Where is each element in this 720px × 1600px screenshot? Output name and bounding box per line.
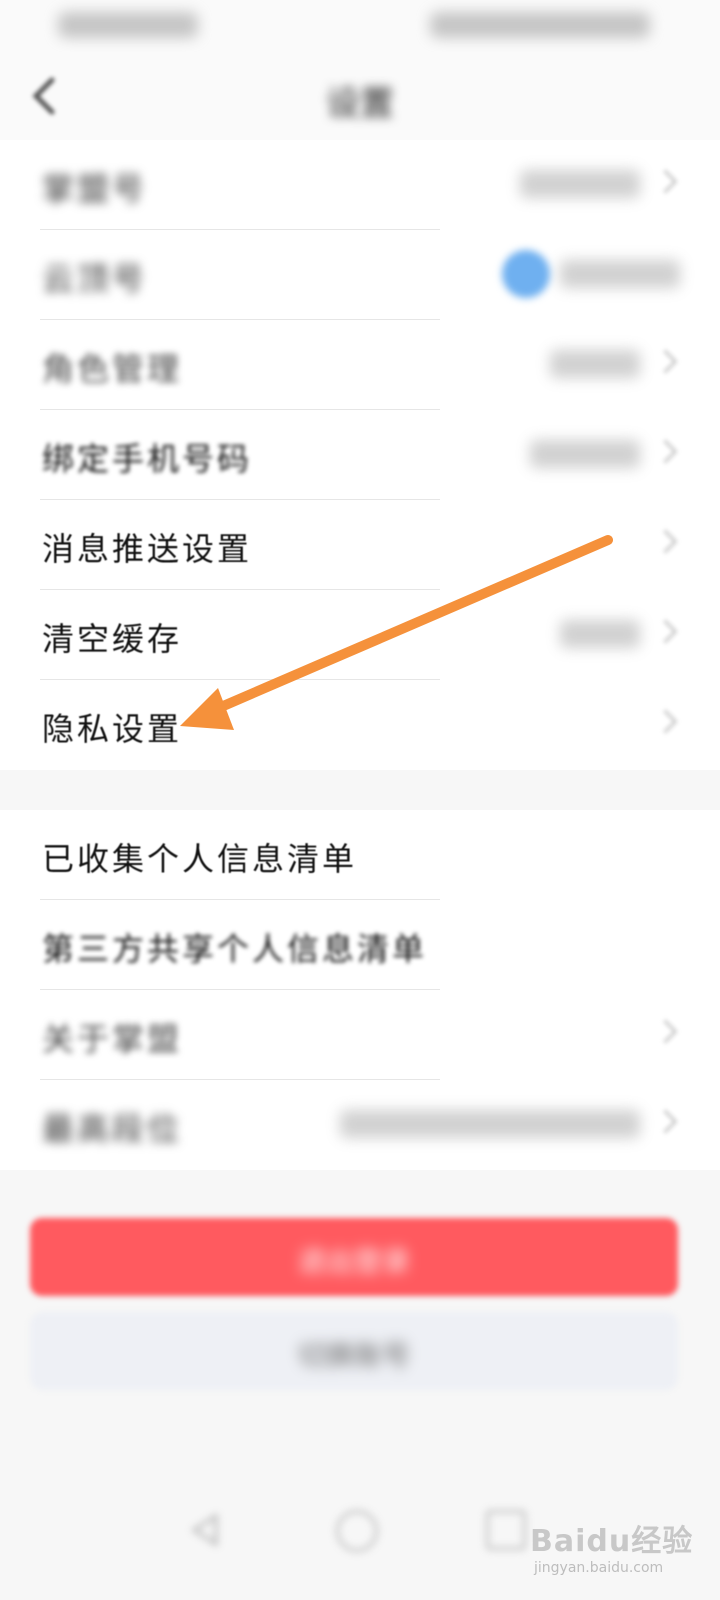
row-label: 消息推送设置 <box>42 530 253 568</box>
row-value <box>520 170 640 198</box>
settings-row-collected-info-list[interactable]: 已收集个人信息清单 <box>0 810 720 900</box>
settings-row-bind-phone[interactable]: 绑定手机号码 <box>0 410 720 500</box>
row-value <box>340 1110 640 1138</box>
chevron-right-icon <box>653 439 678 464</box>
watermark-url: jingyan.baidu.com <box>534 1560 664 1576</box>
row-label: 绑定手机号码 <box>42 440 253 478</box>
avatar <box>502 250 550 298</box>
settings-row-role-management[interactable]: 角色管理 <box>0 320 720 410</box>
back-nav-icon[interactable] <box>186 1510 226 1550</box>
row-label: 角色管理 <box>42 350 183 388</box>
home-nav-icon[interactable] <box>336 1510 378 1552</box>
row-label: 掌盟号 <box>42 170 148 208</box>
settings-row-zhangmeng-id[interactable]: 掌盟号 <box>0 140 720 230</box>
settings-row-highest-rank[interactable]: 最高段位 <box>0 1080 720 1170</box>
chevron-right-icon <box>653 1019 678 1044</box>
row-label: 清空缓存 <box>42 620 183 658</box>
switch-account-button[interactable]: 切换账号 <box>30 1312 678 1390</box>
logout-button-label: 退出登录 <box>297 1245 410 1278</box>
settings-group-1: 掌盟号 云顶号 角色管理 绑定手机号码 消息推送设置 清空缓存 隐私设置 <box>0 140 720 770</box>
header: 设置 <box>0 52 720 140</box>
switch-account-button-label: 切换账号 <box>297 1339 410 1372</box>
chevron-right-icon <box>653 529 678 554</box>
settings-row-third-party-info-list[interactable]: 第三方共享个人信息清单 <box>0 900 720 990</box>
settings-row-yunding-id[interactable]: 云顶号 <box>0 230 720 320</box>
settings-row-clear-cache[interactable]: 清空缓存 <box>0 590 720 680</box>
row-value <box>550 350 640 378</box>
row-label: 关于掌盟 <box>42 1020 183 1058</box>
status-bar-right <box>430 12 650 38</box>
row-label: 隐私设置 <box>42 710 183 748</box>
row-value <box>560 620 640 648</box>
row-label: 最高段位 <box>42 1110 183 1148</box>
chevron-right-icon <box>653 1109 678 1134</box>
row-value <box>560 260 680 288</box>
status-bar <box>0 0 720 52</box>
status-bar-left <box>58 12 198 38</box>
chevron-right-icon <box>653 619 678 644</box>
watermark-brand: Baidu经验 <box>530 1524 694 1559</box>
chevron-right-icon <box>653 709 678 734</box>
watermark: Baidu经验 jingyan.baidu.com <box>530 1510 700 1590</box>
row-label: 已收集个人信息清单 <box>42 840 358 878</box>
chevron-right-icon <box>653 169 678 194</box>
row-value <box>530 440 640 468</box>
row-label: 第三方共享个人信息清单 <box>42 930 428 968</box>
settings-row-push-settings[interactable]: 消息推送设置 <box>0 500 720 590</box>
recents-nav-icon[interactable] <box>486 1510 526 1550</box>
logout-button[interactable]: 退出登录 <box>30 1218 678 1296</box>
settings-group-2: 已收集个人信息清单 第三方共享个人信息清单 关于掌盟 最高段位 <box>0 810 720 1170</box>
chevron-right-icon <box>653 349 678 374</box>
settings-row-about[interactable]: 关于掌盟 <box>0 990 720 1080</box>
row-label: 云顶号 <box>42 260 148 298</box>
page-title: 设置 <box>326 84 394 124</box>
settings-row-privacy-settings[interactable]: 隐私设置 <box>0 680 720 770</box>
